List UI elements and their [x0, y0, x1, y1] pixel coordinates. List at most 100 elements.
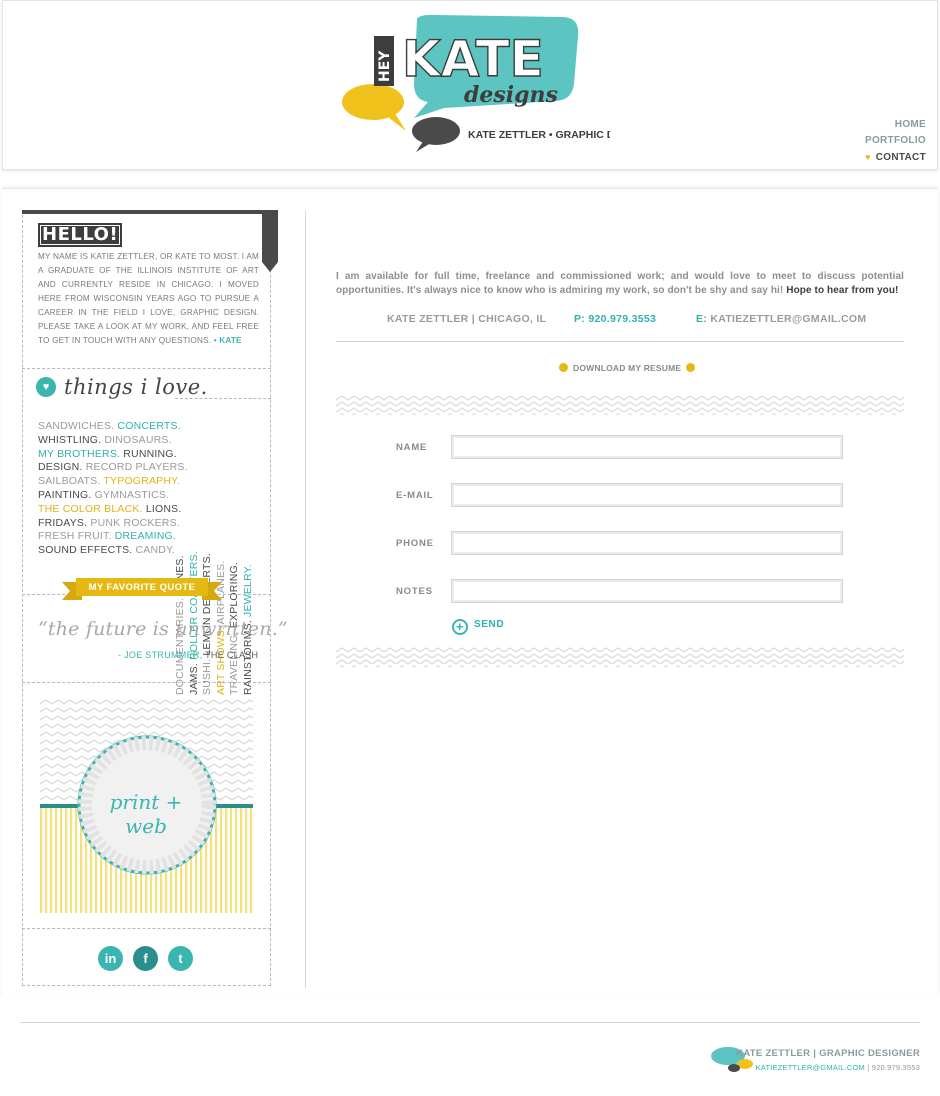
zigzag-divider	[336, 395, 904, 415]
section-divider	[22, 682, 271, 683]
contact-phone[interactable]: P: 920.979.3553	[574, 313, 656, 325]
column-divider	[305, 210, 306, 988]
things-i-love-list: SANDWICHES. CONCERTS. WHISTLING. DINOSAUR…	[38, 420, 188, 558]
love-line: WHISTLING. DINOSAURS.	[38, 434, 174, 448]
logo-designs: designs	[464, 82, 558, 108]
dot-icon	[686, 363, 696, 372]
love-line: SOUND EFFECTS. CANDY.	[38, 544, 176, 558]
love-item: MY BROTHERS.	[38, 447, 124, 460]
phone-label: P:	[574, 313, 586, 325]
notes-input[interactable]	[451, 579, 843, 603]
love-line: THE COLOR BLACK. LIONS.	[38, 502, 181, 517]
phone-input[interactable]	[451, 531, 843, 555]
email-value: KATIEZETTLER@GMAIL.COM	[710, 313, 867, 325]
nav-contact[interactable]: ♥ CONTACT	[865, 149, 926, 166]
love-line: SAILBOATS. TYPOGRAPHY.	[38, 475, 180, 489]
email-field-label: E-MAIL	[396, 490, 434, 501]
love-line: SANDWICHES. CONCERTS.	[38, 420, 181, 434]
love-item: LEMON DESSERTS.	[201, 553, 214, 656]
love-item: PAINTING.	[38, 488, 95, 501]
download-resume-link[interactable]: DOWNLOAD MY RESUME	[554, 362, 700, 374]
nav-home[interactable]: HOME	[865, 117, 926, 133]
love-item: LIONS.	[145, 502, 182, 515]
love-item: DESIGN.	[38, 461, 86, 474]
intro-emphasis: Hope to hear from you!	[786, 284, 899, 296]
things-i-love-heading: things i love.	[64, 375, 208, 399]
favorite-quote-label: MY FAVORITE QUOTE	[88, 582, 196, 593]
love-line: PAINTING. GYMNASTICS.	[38, 489, 174, 503]
quote-author: - JOE STRUMMER, THE CLASH	[118, 650, 258, 660]
main-nav: HOME PORTFOLIO ♥ CONTACT	[865, 117, 926, 166]
love-line: DESIGN. RECORD PLAYERS.	[38, 461, 188, 475]
quote-author-name: - JOE STRUMMER,	[118, 650, 203, 660]
love-item: JEWELRY.	[242, 564, 254, 617]
logo-tagline: KATE ZETTLER • GRAPHIC DESIGNER	[468, 129, 610, 141]
love-item: ROLLER COASTERS.	[187, 551, 200, 660]
love-item: PUNK ROCKERS.	[90, 516, 180, 529]
love-item: GYMNASTICS.	[94, 488, 170, 501]
love-item: CANDY.	[135, 544, 176, 557]
name-label: NAME	[396, 442, 428, 453]
love-item: CONCERTS.	[117, 420, 181, 432]
contact-name-location: KATE ZETTLER | CHICAGO, IL	[387, 313, 547, 325]
love-item: DREAMING.	[114, 530, 176, 543]
ribbon-top	[22, 210, 265, 214]
love-line: FRESH FRUIT. DREAMING.	[38, 530, 176, 544]
love-item: WHISTLING.	[38, 433, 105, 446]
love-line: MY BROTHERS. RUNNING.	[38, 447, 177, 462]
linkedin-icon[interactable]: in	[98, 946, 123, 971]
logo-kate: KATE	[402, 30, 544, 88]
send-button[interactable]: + SEND	[452, 619, 504, 635]
print-web-label: print + web	[109, 790, 183, 838]
love-item: SUSHI.	[201, 655, 214, 695]
footer-name: KATE ZETTLER | GRAPHIC DESIGNER	[736, 1048, 920, 1059]
send-label: SEND	[474, 619, 505, 630]
love-item: JAMS.	[187, 659, 200, 695]
section-divider	[175, 398, 271, 399]
download-resume-label: DOWNLOAD MY RESUME	[573, 363, 682, 373]
hey-kate-designs-logo[interactable]: HEY KATE designs KATE ZETTLER • GRAPHIC …	[340, 14, 610, 154]
footer-divider	[20, 1022, 920, 1023]
plus-circle-icon: +	[452, 619, 468, 635]
bio-text: My name is Katie Zettler, or Kate to mos…	[38, 250, 259, 348]
logo-hey: HEY	[377, 50, 393, 82]
phone-field-label: PHONE	[396, 538, 434, 549]
contact-intro: I am available for full time, freelance …	[336, 270, 904, 297]
footer-contact: KATIEZETTLER@GMAIL.COM | 920.979.3553	[756, 1063, 920, 1072]
footer-phone: | 920.979.3553	[865, 1063, 920, 1072]
love-item: FRIDAYS.	[38, 516, 91, 529]
phone-value: 920.979.3553	[588, 313, 657, 325]
love-item: DINOSAURS.	[104, 433, 172, 446]
bio-body: My name is Katie Zettler, or Kate to mos…	[38, 252, 259, 345]
love-item: TYPOGRAPHY.	[103, 475, 181, 488]
love-item: RECORD PLAYERS.	[85, 461, 188, 474]
love-item: FRESH FRUIT.	[38, 530, 115, 543]
love-line: FRIDAYS. PUNK ROCKERS.	[38, 516, 180, 531]
horizontal-rule	[336, 341, 904, 342]
twitter-icon[interactable]: t	[168, 946, 193, 971]
ribbon-bookmark	[262, 210, 278, 272]
dot-icon	[559, 363, 568, 372]
favorite-quote: “the future is unwritten.”	[38, 618, 288, 640]
love-item: SANDWICHES.	[38, 420, 118, 432]
facebook-icon[interactable]: f	[133, 946, 158, 971]
quote-author-band: THE CLASH	[202, 650, 259, 660]
contact-email[interactable]: E: KATIEZETTLER@GMAIL.COM	[696, 313, 866, 325]
nav-contact-label: CONTACT	[875, 152, 926, 163]
love-item: DOCUMENTARIES.	[174, 594, 186, 695]
email-input[interactable]	[451, 483, 843, 507]
notes-label: NOTES	[396, 586, 433, 597]
nav-portfolio[interactable]: PORTFOLIO	[865, 133, 926, 149]
email-label: E:	[696, 313, 708, 325]
section-divider	[22, 368, 271, 369]
footer-email[interactable]: KATIEZETTLER@GMAIL.COM	[756, 1063, 865, 1072]
heart-icon: ♥	[865, 152, 871, 162]
love-item: SOUND EFFECTS.	[38, 544, 136, 557]
love-item: SAILBOATS.	[38, 475, 104, 488]
name-input[interactable]	[451, 435, 843, 459]
hello-heading: HELLO!	[38, 223, 123, 247]
zigzag-divider	[336, 647, 904, 667]
love-item: THE COLOR BLACK.	[38, 502, 146, 515]
section-divider	[22, 928, 271, 929]
bio-signature: • KATE	[213, 336, 242, 345]
